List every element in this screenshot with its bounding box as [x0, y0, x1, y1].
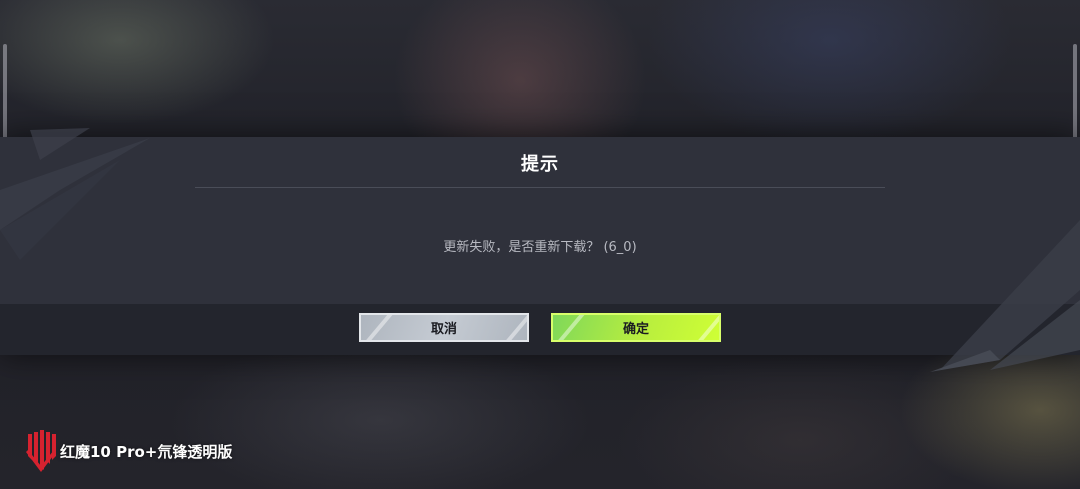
screen: 提示 更新失败，是否重新下载？ (6_0) 取消 确定 红魔10 Pro+氘锋透… — [0, 0, 1080, 489]
confirm-button-label: 确定 — [622, 322, 649, 337]
cancel-button[interactable]: 取消 — [359, 313, 529, 342]
button-stripe — [361, 315, 394, 340]
dialog-message: 更新失败，是否重新下载？ (6_0) — [443, 240, 637, 255]
button-stripe — [684, 315, 719, 340]
watermark-text: 红魔10 Pro+氘锋透明版 — [60, 442, 233, 461]
dialog-title: 提示 — [521, 154, 559, 175]
confirm-button[interactable]: 确定 — [551, 313, 721, 342]
cancel-button-label: 取消 — [430, 322, 457, 337]
title-divider — [195, 187, 885, 188]
button-stripe — [492, 315, 527, 340]
redmagic-logo-icon — [26, 430, 56, 472]
button-stripe — [553, 315, 586, 340]
device-watermark: 红魔10 Pro+氘锋透明版 — [24, 430, 232, 472]
dialog-button-bar — [0, 304, 1080, 355]
